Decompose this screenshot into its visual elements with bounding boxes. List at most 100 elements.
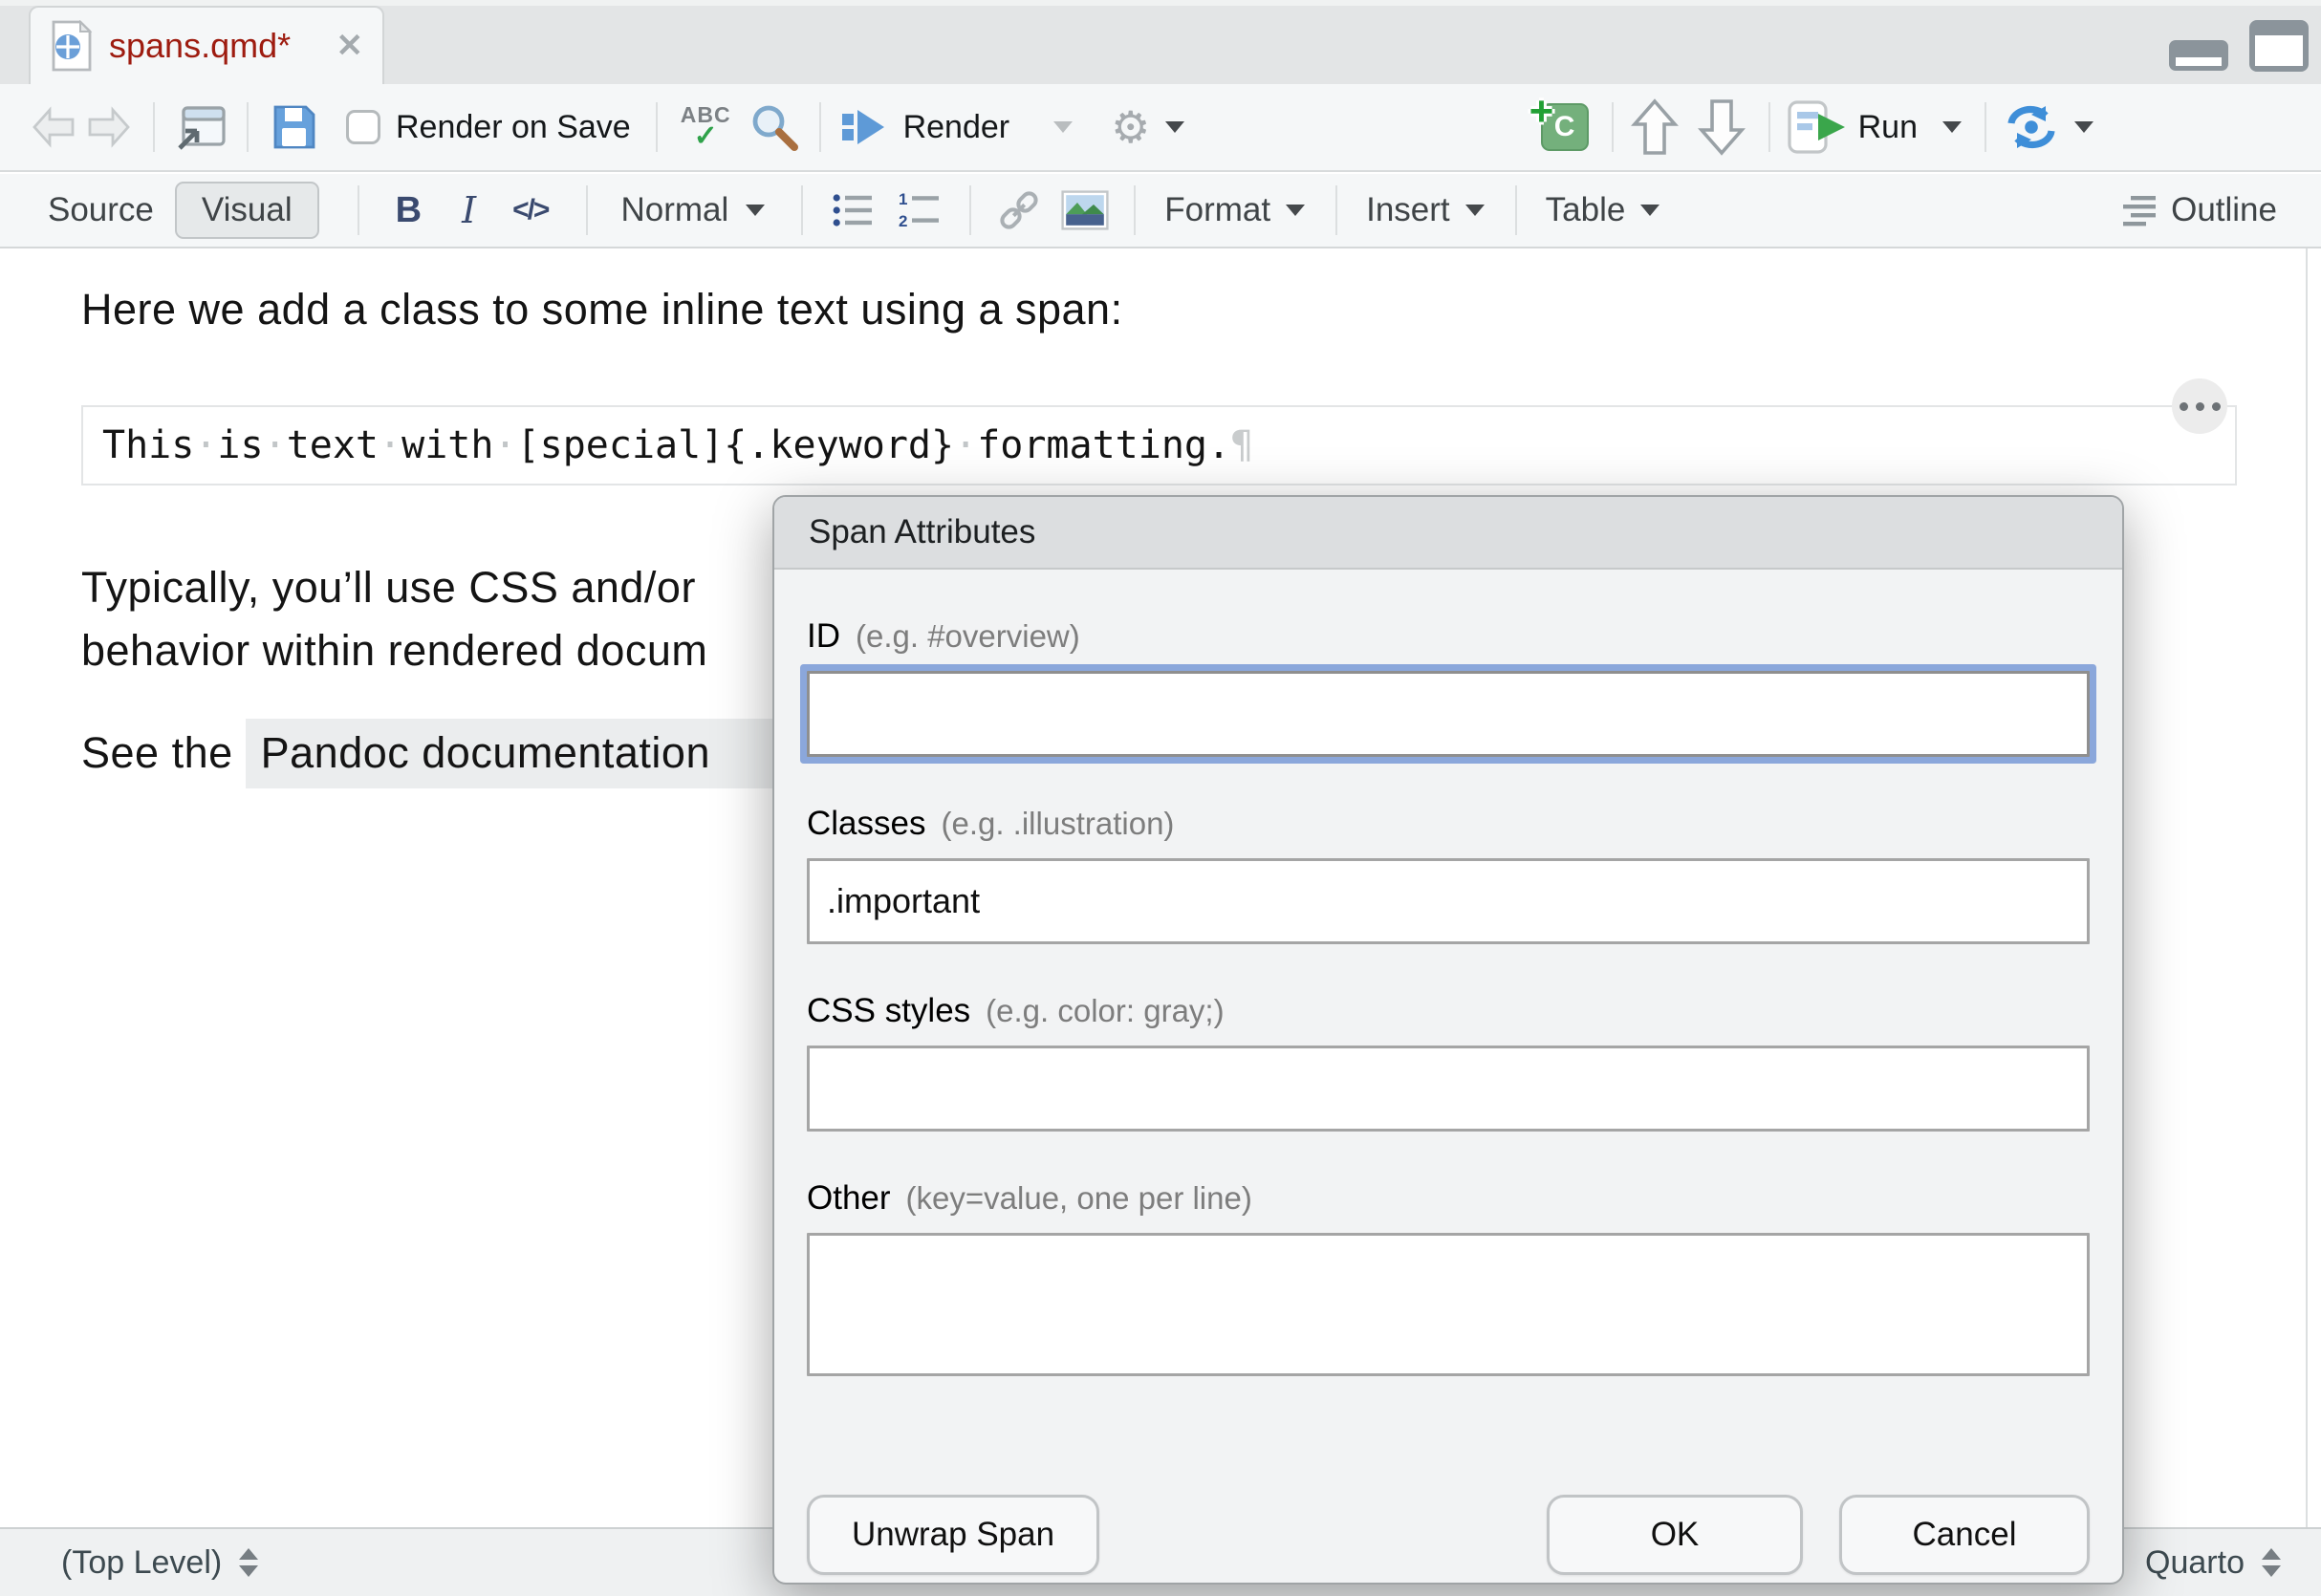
toolbar-separator (1134, 185, 1136, 235)
run-button[interactable]: Run (1788, 100, 1962, 154)
outline-label: Outline (2171, 191, 2277, 229)
render-icon (840, 104, 890, 150)
render-options-caret-icon[interactable] (1053, 121, 1073, 133)
code-span-markup: [special]{.keyword} (517, 423, 955, 467)
chunk-letter: C (1554, 111, 1575, 143)
render-on-save-checkbox[interactable] (346, 110, 380, 144)
css-hint: (e.g. color: gray;) (986, 993, 1224, 1029)
paragraph-2-line-2: behavior within rendered docum (81, 626, 707, 675)
format-caret-icon (1286, 205, 1305, 216)
plus-icon: + (1529, 88, 1554, 136)
format-menu[interactable]: Format (1164, 191, 1305, 229)
editor-right-edge (2306, 248, 2308, 1527)
bold-button[interactable]: B (396, 190, 422, 231)
outline-icon (2121, 193, 2159, 227)
id-hint: (e.g. #overview) (856, 618, 1080, 655)
quarto-document-icon (50, 20, 94, 72)
code-options-ellipsis-button[interactable] (2172, 378, 2227, 434)
insert-menu-label: Insert (1366, 191, 1450, 229)
source-mode-button[interactable]: Source (48, 191, 154, 229)
insert-chunk-button[interactable]: + C (1541, 103, 1589, 151)
tab-close-icon[interactable]: ✕ (336, 30, 364, 62)
numbered-list-button[interactable]: 1 2 (899, 191, 941, 229)
toolbar-separator (656, 102, 658, 152)
code-word: text (287, 423, 379, 467)
cancel-button[interactable]: Cancel (1839, 1495, 2090, 1575)
maximize-icon[interactable] (2248, 19, 2310, 73)
open-in-new-window-button[interactable] (174, 102, 228, 152)
classes-label-text: Classes (807, 805, 925, 843)
toolbar-separator (1612, 102, 1614, 152)
render-on-save-label: Render on Save (396, 109, 631, 146)
down-arrow-icon (1698, 97, 1746, 157)
render-label: Render (903, 109, 1010, 146)
spellcheck-button[interactable]: ABC ✓ (681, 104, 731, 151)
paragraph-style-label: Normal (620, 191, 728, 229)
id-input[interactable] (807, 671, 2090, 757)
code-word: with (401, 423, 493, 467)
up-arrow-icon (1631, 97, 1679, 157)
ok-button[interactable]: OK (1547, 1495, 1803, 1575)
render-settings-button[interactable]: ⚙︎ (1111, 105, 1184, 149)
other-hint: (key=value, one per line) (906, 1180, 1252, 1217)
code-line-block[interactable]: This·is·text·with·[special]{.keyword}·fo… (81, 405, 2237, 485)
toolbar-separator (1985, 102, 1986, 152)
dialog-body: ID (e.g. #overview) Classes (e.g. .illus… (774, 617, 2122, 1575)
italic-button[interactable]: I (462, 189, 476, 231)
find-replace-button[interactable] (748, 101, 800, 153)
pandoc-documentation-link[interactable]: Pandoc documentation (246, 719, 825, 788)
code-word: formatting. (977, 423, 1230, 467)
css-label-text: CSS styles (807, 992, 970, 1030)
toolbar-separator (586, 185, 588, 235)
run-label: Run (1858, 109, 1918, 146)
insert-image-button[interactable] (1061, 190, 1109, 230)
id-field-label: ID (e.g. #overview) (807, 617, 2090, 656)
main-toolbar: Render on Save ABC ✓ Render ⚙︎ (0, 84, 2321, 172)
table-caret-icon (1640, 205, 1659, 216)
back-button[interactable] (29, 104, 78, 150)
table-menu[interactable]: Table (1546, 191, 1660, 229)
svg-text:2: 2 (899, 212, 907, 229)
bullet-list-button[interactable] (832, 191, 874, 229)
window-controls (2168, 19, 2310, 73)
paragraph-2-line-1: Typically, you’ll use CSS and/or (81, 563, 696, 612)
forward-button[interactable] (84, 104, 134, 150)
dialog-title[interactable]: Span Attributes (774, 497, 2122, 570)
format-menu-label: Format (1164, 191, 1270, 229)
search-icon (748, 101, 800, 153)
css-styles-input[interactable] (807, 1046, 2090, 1132)
insert-menu[interactable]: Insert (1366, 191, 1485, 229)
scope-selector[interactable]: (Top Level) (61, 1544, 260, 1582)
format-toolbar: Source Visual B I </> Normal 1 2 (0, 174, 2321, 248)
save-button[interactable] (270, 103, 317, 151)
document-type-selector[interactable]: Quarto (2145, 1544, 2283, 1582)
classes-input[interactable] (807, 858, 2090, 944)
go-next-section-button[interactable] (1698, 97, 1746, 157)
outline-toggle-button[interactable]: Outline (2121, 191, 2277, 229)
run-chunk-icon (1788, 100, 1847, 154)
other-attributes-textarea[interactable] (807, 1233, 2090, 1376)
minimize-icon[interactable] (2168, 38, 2229, 73)
toolbar-separator (1335, 185, 1337, 235)
go-previous-section-button[interactable] (1631, 97, 1679, 157)
toolbar-separator (247, 102, 249, 152)
toolbar-separator (801, 185, 803, 235)
insert-link-button[interactable] (996, 187, 1042, 233)
rstudio-editor-window: spans.qmd* ✕ (0, 0, 2321, 1596)
whitespace-dot: · (194, 423, 217, 467)
whitespace-dot: · (954, 423, 977, 467)
source-document-button[interactable] (2004, 104, 2093, 150)
whitespace-dot: · (493, 423, 516, 467)
tab-title: spans.qmd* (109, 26, 291, 66)
other-field-label: Other (key=value, one per line) (807, 1179, 2090, 1218)
visual-mode-button[interactable]: Visual (175, 182, 319, 239)
gear-icon: ⚙︎ (1111, 105, 1150, 149)
render-button[interactable]: Render (840, 104, 1010, 150)
other-label-text: Other (807, 1179, 891, 1218)
tab-spans-qmd[interactable]: spans.qmd* ✕ (29, 6, 384, 84)
toolbar-separator (819, 102, 821, 152)
popout-window-icon (174, 102, 228, 152)
paragraph-style-dropdown[interactable]: Normal (620, 191, 765, 229)
code-button[interactable]: </> (512, 194, 548, 226)
unwrap-span-button[interactable]: Unwrap Span (807, 1495, 1099, 1575)
